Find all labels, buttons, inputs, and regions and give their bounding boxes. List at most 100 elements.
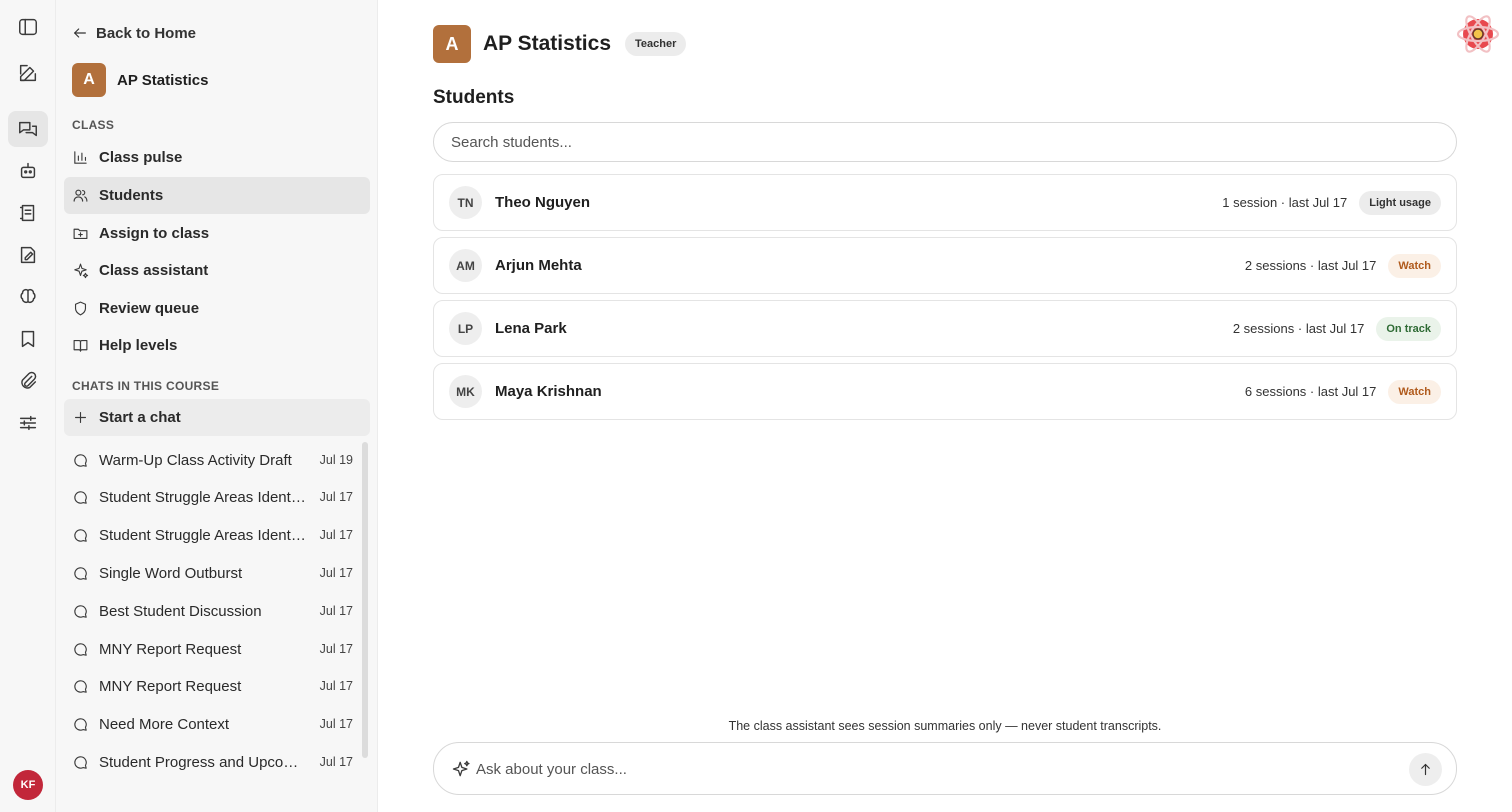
student-name: Maya Krishnan [495,383,602,400]
chat-date: Jul 17 [319,679,353,693]
student-session-meta: 6 sessions · last Jul 17 [1244,384,1377,399]
nav-label: Help levels [99,337,178,354]
nav-label: Class assistant [99,262,209,279]
course-badge: A [433,25,471,63]
bar-chart-icon [74,151,87,164]
chat-list-item[interactable]: Student Struggle Areas Identification Ju… [64,517,361,553]
nav-class-assistant[interactable]: Class assistant [64,252,370,289]
icon-rail: KF [0,0,56,812]
chat-date: Jul 17 [319,490,353,504]
start-chat-button[interactable]: Start a chat [64,399,370,436]
chats-section-label: CHATS IN THIS COURSE [72,379,220,393]
back-to-home-link[interactable]: Back to Home [72,22,196,44]
folder-plus-icon [73,228,88,240]
chat-title: Single Word Outburst [99,564,243,582]
nav-label: Review queue [99,300,200,317]
chat-date: Jul 17 [319,755,353,769]
privacy-notice: The class assistant sees session summari… [728,719,1162,733]
chat-list-item[interactable]: Warm-Up Class Activity Draft Jul 19 [64,442,361,478]
shield-icon [74,301,87,316]
robot-icon[interactable] [8,153,48,189]
chat-list-item[interactable]: MNY Report Request Jul 17 [64,631,361,667]
status-badge: On track [1376,316,1441,341]
chat-bubble-icon [74,755,87,769]
users-icon [73,189,88,202]
chat-bubble-icon [74,717,87,731]
chat-list-item[interactable]: Best Student Discussion Jul 17 [64,593,361,629]
chat-bubble-icon [74,604,87,618]
nav-assign-to-class[interactable]: Assign to class [64,215,370,252]
role-badge: Teacher [625,32,687,56]
sidebar-scrollbar[interactable] [362,442,368,758]
chat-title: Student Progress and Upcoming Plans [99,753,307,771]
page-title: AP Statistics [483,32,611,55]
status-badge: Light usage [1359,190,1441,215]
notebook-icon[interactable] [8,195,48,231]
chat-title: Student Struggle Areas Identification [99,488,307,506]
assignment-icon[interactable] [8,237,48,273]
student-row[interactable]: AM Arjun Mehta 2 sessions · last Jul 17 … [433,237,1457,294]
nav-review-queue[interactable]: Review queue [64,290,370,327]
sparkle-icon [451,759,471,779]
nav-label: Class pulse [99,149,183,166]
student-avatar: TN [449,186,482,219]
students-heading: Students [433,87,515,108]
chat-title: MNY Report Request [99,640,242,658]
user-avatar[interactable]: KF [13,770,43,800]
nav-students[interactable]: Students [64,177,370,214]
student-row[interactable]: MK Maya Krishnan 6 sessions · last Jul 1… [433,363,1457,420]
chat-bubble-icon [74,490,87,504]
nav-label: Assign to class [99,225,210,242]
student-name: Theo Nguyen [495,194,591,211]
course-name: AP Statistics [117,71,209,89]
compose-icon[interactable] [8,55,48,91]
student-session-meta: 1 session · last Jul 17 [1222,195,1348,210]
chat-list-item[interactable]: Student Progress and Upcoming Plans Jul … [64,744,361,780]
chats-icon[interactable] [8,111,48,147]
student-row[interactable]: TN Theo Nguyen 1 session · last Jul 17 L… [433,174,1457,231]
chat-bubble-icon [74,528,87,542]
send-button[interactable] [1409,753,1442,786]
chat-title: Need More Context [99,715,230,733]
student-session-meta: 2 sessions · last Jul 17 [1244,258,1377,273]
class-section-label: CLASS [72,118,115,132]
chat-date: Jul 17 [319,528,353,542]
chat-bubble-icon [74,453,87,467]
chat-bubble-icon [74,679,87,693]
chat-title: Warm-Up Class Activity Draft [99,451,292,469]
student-session-meta: 2 sessions · last Jul 17 [1232,321,1365,336]
ask-class-input[interactable] [476,753,1396,785]
chat-date: Jul 17 [319,604,353,618]
chat-title: Best Student Discussion [99,602,262,620]
chat-list-item[interactable]: Need More Context Jul 17 [64,706,361,742]
chat-list-item[interactable]: Student Struggle Areas Identification Ju… [64,479,361,515]
search-students-input[interactable] [433,122,1457,162]
chat-bubble-icon [74,642,87,656]
start-chat-label: Start a chat [99,409,181,426]
chat-list-item[interactable]: Single Word Outburst Jul 17 [64,555,361,591]
chat-list-item[interactable]: MNY Report Request Jul 17 [64,668,361,704]
paperclip-icon[interactable] [8,363,48,399]
sliders-icon[interactable] [8,405,48,441]
class-assistant-composer [433,742,1457,795]
nav-class-pulse[interactable]: Class pulse [64,139,370,176]
nav-help-levels[interactable]: Help levels [64,327,370,364]
sidebar-toggle-icon[interactable] [8,9,48,45]
back-label: Back to Home [96,24,197,42]
react-logo-icon[interactable] [1456,12,1500,56]
student-name: Arjun Mehta [495,257,582,274]
bookmark-icon[interactable] [8,321,48,357]
nav-label: Students [99,187,164,204]
sparkle-icon [74,263,89,279]
chat-date: Jul 17 [319,642,353,656]
status-badge: Watch [1388,379,1441,404]
student-name: Lena Park [495,320,567,337]
arrow-left-icon [74,28,86,38]
student-row[interactable]: LP Lena Park 2 sessions · last Jul 17 On… [433,300,1457,357]
chat-title: MNY Report Request [99,677,242,695]
brain-icon[interactable] [8,279,48,315]
course-sidebar: Back to Home A AP Statistics CLASS Class… [56,0,378,812]
main-header: A AP Statistics Teacher [433,25,687,63]
plus-icon [74,411,87,424]
student-avatar: LP [449,312,482,345]
